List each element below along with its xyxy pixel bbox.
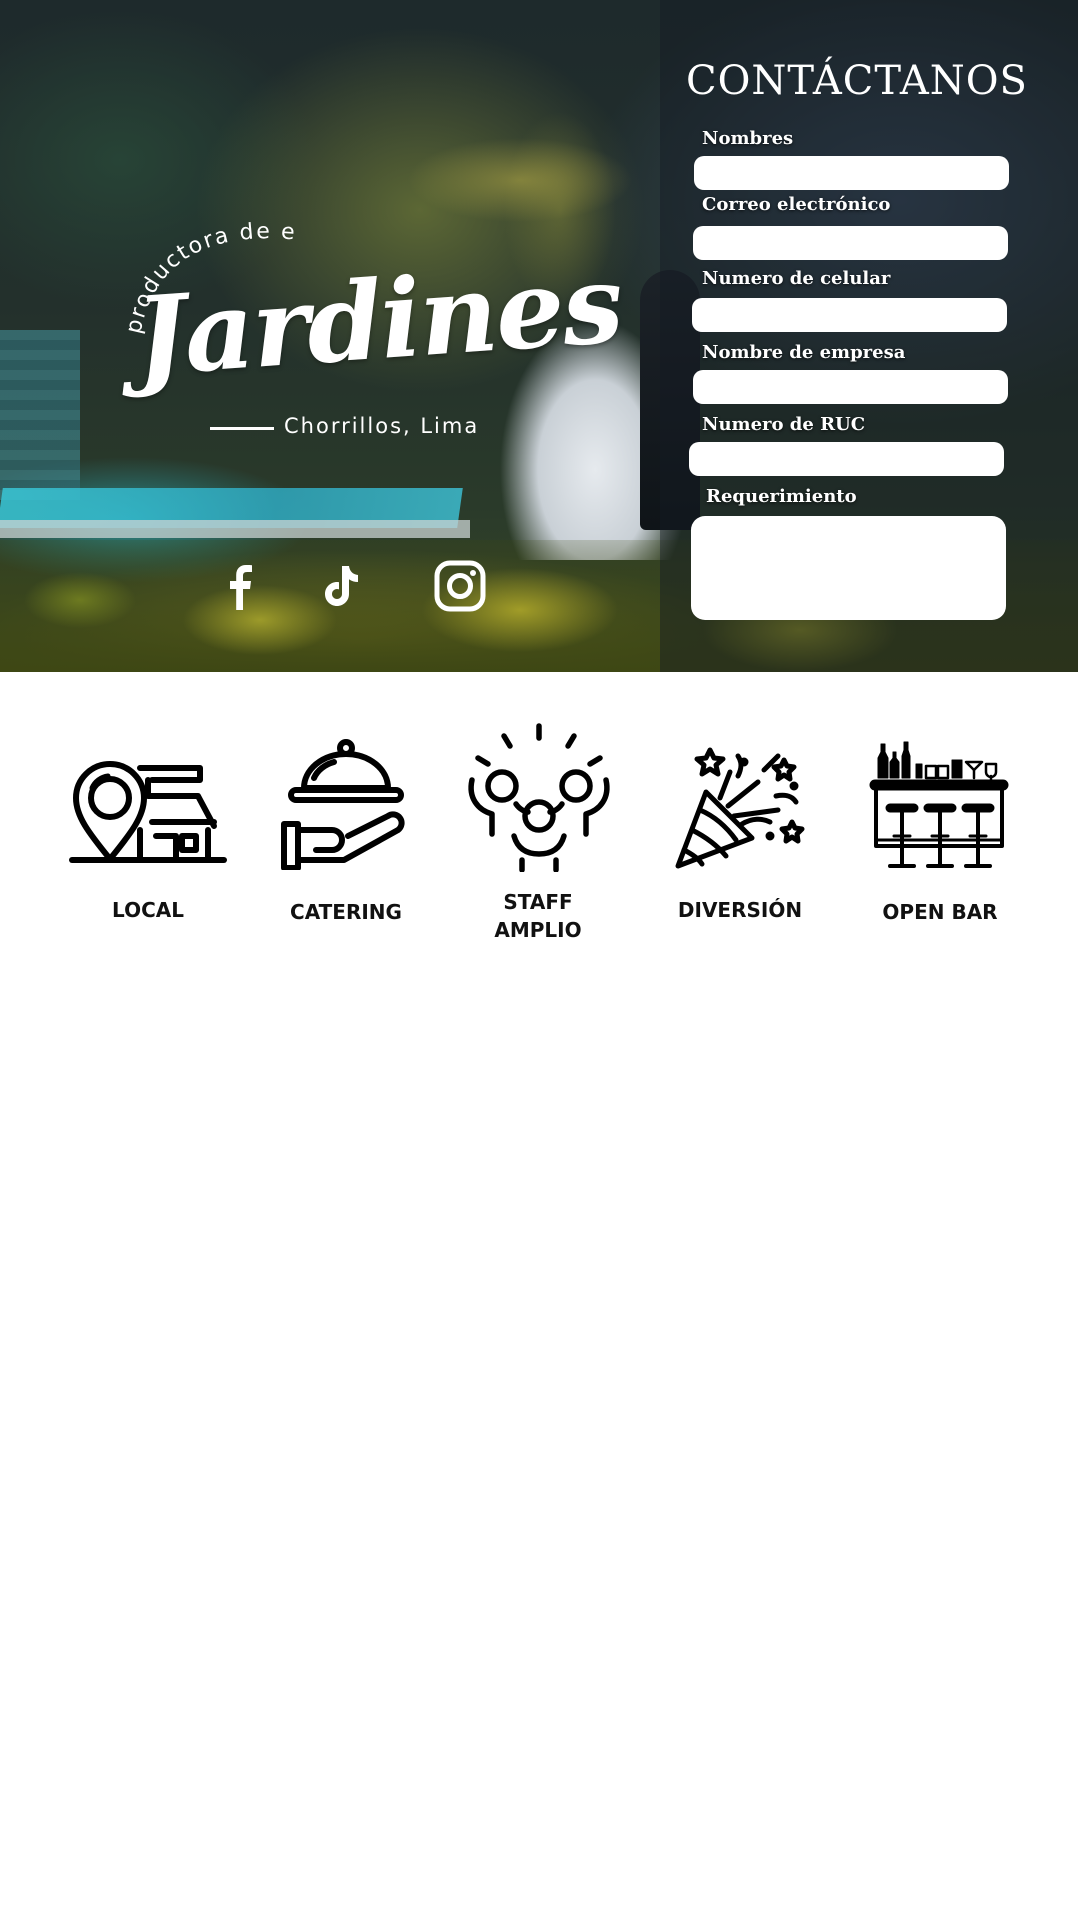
service-label-staff-line1: STAFF <box>503 890 573 914</box>
nombres-field[interactable] <box>694 156 1009 190</box>
service-label-catering: CATERING <box>290 900 402 924</box>
nombres-label: Nombres <box>702 128 794 149</box>
company-field[interactable] <box>693 370 1008 404</box>
ruc-label: Numero de RUC <box>702 414 866 435</box>
phone-field[interactable] <box>692 298 1007 332</box>
ruc-field[interactable] <box>689 442 1004 476</box>
brand-location: Chorrillos, Lima <box>284 414 480 438</box>
email-field[interactable] <box>693 226 1008 260</box>
waterfall-wall-image <box>0 330 80 500</box>
service-label-staff-line2: AMPLIO <box>494 918 582 942</box>
location-house-icon <box>68 752 228 872</box>
service-label-openbar: OPEN BAR <box>882 900 998 924</box>
requirement-textarea[interactable] <box>691 516 1006 620</box>
celular-label: Numero de celular <box>702 268 891 289</box>
contact-title: CONTÁCTANOS <box>686 58 1028 104</box>
service-label-diversion: DIVERSIÓN <box>677 898 803 922</box>
brand-logo-name: Jardines <box>131 241 626 401</box>
requerimiento-label: Requerimiento <box>706 486 857 507</box>
service-label-local: LOCAL <box>112 898 184 922</box>
instagram-icon[interactable] <box>432 558 488 614</box>
hero-banner: productora de eventos Jardines Chorrillo… <box>0 0 1080 672</box>
party-popper-icon <box>672 736 808 872</box>
bar-counter-icon <box>868 736 1010 872</box>
service-label-staff: STAFF AMPLIO <box>462 888 614 944</box>
correo-label: Correo electrónico <box>702 194 891 215</box>
serving-hand-icon <box>280 738 412 871</box>
facebook-icon[interactable] <box>212 558 268 614</box>
brand-divider <box>210 427 274 430</box>
empresa-label: Nombre de empresa <box>702 342 906 363</box>
tiktok-icon[interactable] <box>312 558 368 614</box>
pool-edge-image <box>0 520 470 538</box>
team-icon <box>464 722 614 873</box>
